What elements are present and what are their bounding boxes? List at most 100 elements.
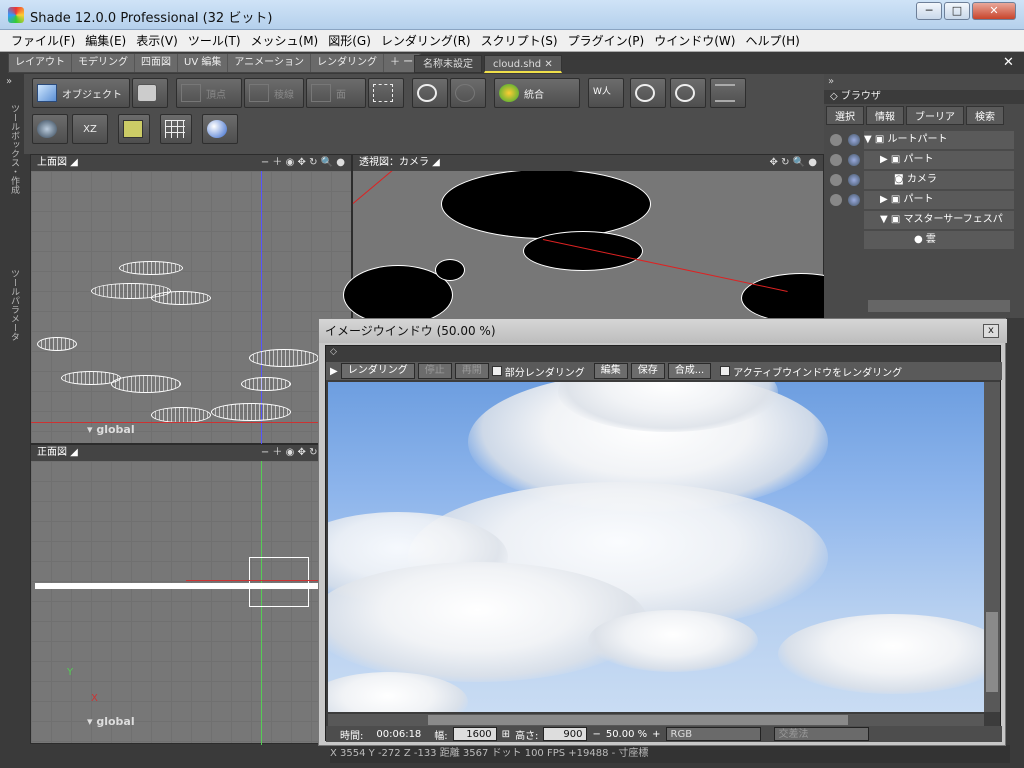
tree-item-master-surface[interactable]: ▼ ▣ マスターサーフェスパ: [864, 211, 1014, 229]
browser-tab-info[interactable]: 情報: [866, 106, 904, 125]
partial-render-checkbox[interactable]: [491, 366, 502, 376]
tool-param-label[interactable]: ツールパラメータ: [8, 269, 21, 341]
maximize-button[interactable]: □: [944, 2, 970, 20]
zoom-in-button[interactable]: +: [652, 729, 660, 740]
menu-rendering[interactable]: レンダリング(R): [376, 30, 476, 52]
collapse-icon[interactable]: ◇: [330, 347, 337, 357]
tab-rendering[interactable]: レンダリング: [311, 54, 384, 72]
menu-view[interactable]: 表示(V): [131, 30, 183, 52]
camera-button[interactable]: [132, 78, 168, 108]
close-document-icon[interactable]: ✕: [1003, 55, 1014, 70]
render-sphere-button[interactable]: [202, 114, 238, 144]
face-button[interactable]: 面: [306, 78, 366, 108]
center-button[interactable]: [670, 78, 706, 108]
transform-button[interactable]: [450, 78, 486, 108]
rotate-button[interactable]: [412, 78, 448, 108]
tree-item-part[interactable]: ▶ ▣ パート: [864, 151, 1014, 169]
menu-shape[interactable]: 図形(G): [323, 30, 376, 52]
grid-snap-button[interactable]: [118, 114, 150, 144]
height-field[interactable]: 900: [543, 727, 588, 741]
composite-button[interactable]: 合成...: [667, 363, 712, 379]
tab-layout[interactable]: レイアウト: [9, 54, 72, 72]
globe-button[interactable]: [32, 114, 68, 144]
scroll-thumb[interactable]: [428, 715, 848, 725]
top-view-label[interactable]: 上面図: [37, 157, 67, 168]
zoom-level[interactable]: 50.00 %: [606, 729, 647, 740]
stop-button[interactable]: 停止: [417, 363, 452, 379]
minimize-button[interactable]: ─: [916, 2, 942, 20]
select-rect-button[interactable]: [368, 78, 404, 108]
menu-tool[interactable]: ツール(T): [183, 30, 246, 52]
visibility-icon[interactable]: [830, 154, 842, 166]
visibility-icon[interactable]: [830, 194, 842, 206]
merge-button[interactable]: 統合: [494, 78, 580, 108]
tree-item-camera[interactable]: ◙ カメラ: [864, 171, 1014, 189]
menu-plugin[interactable]: プラグイン(P): [563, 30, 650, 52]
doc-tab-untitled[interactable]: 名称未設定: [414, 55, 482, 73]
render-toggle-icon[interactable]: [848, 154, 860, 166]
tree-item-root-part[interactable]: ▼ ▣ ルートパート: [864, 131, 1014, 149]
render-button[interactable]: レンダリング: [340, 363, 415, 379]
tab-four-view[interactable]: 四面図: [135, 54, 178, 72]
front-view-panel[interactable]: 正面図 ◢ − ＋ ◉ ✥ ↻ 🔍 ● Y X ▾ global: [30, 444, 352, 745]
menu-window[interactable]: ウインドウ(W): [649, 30, 740, 52]
browser-tab-search[interactable]: 検索: [966, 106, 1004, 125]
edge-button[interactable]: 稜線: [244, 78, 304, 108]
scroll-thumb[interactable]: [986, 612, 998, 692]
color-mode-dropdown[interactable]: RGB: [665, 727, 761, 741]
menu-edit[interactable]: 編集(E): [80, 30, 131, 52]
expand-icon[interactable]: »: [6, 76, 12, 87]
image-window-title[interactable]: イメージウインドウ (50.00 %): [319, 319, 1007, 343]
front-view-label[interactable]: 正面図: [37, 447, 67, 458]
rendered-image[interactable]: [328, 382, 984, 712]
menu-script[interactable]: スクリプト(S): [476, 30, 563, 52]
edit-button[interactable]: 編集: [593, 363, 628, 379]
menu-help[interactable]: ヘルプ(H): [740, 30, 804, 52]
menu-mesh[interactable]: メッシュ(M): [246, 30, 324, 52]
close-button[interactable]: ✕: [972, 2, 1016, 20]
tree-item-part[interactable]: ▶ ▣ パート: [864, 191, 1014, 209]
play-icon[interactable]: ▶: [330, 366, 338, 377]
doc-tab-cloud[interactable]: cloud.shd ✕: [484, 55, 562, 73]
perspective-view-label[interactable]: 透視図：カメラ: [359, 157, 429, 168]
image-horizontal-scrollbar[interactable]: [328, 714, 984, 726]
layers-button[interactable]: [710, 78, 746, 108]
render-toggle-icon[interactable]: [848, 194, 860, 206]
width-field[interactable]: 1600: [452, 727, 497, 741]
vertex-button[interactable]: 頂点: [176, 78, 242, 108]
link-icon[interactable]: ⊞: [502, 729, 510, 740]
target-button[interactable]: [630, 78, 666, 108]
browser-hscroll[interactable]: [868, 300, 1010, 312]
zoom-out-button[interactable]: −: [592, 729, 600, 740]
tab-animation[interactable]: アニメーション: [228, 54, 311, 72]
menu-file[interactable]: ファイル(F): [6, 30, 80, 52]
resume-button[interactable]: 再開: [454, 363, 489, 379]
expand-icon[interactable]: »: [828, 76, 834, 87]
image-vertical-scrollbar[interactable]: [984, 382, 1000, 712]
tab-uv-edit[interactable]: UV 編集: [178, 54, 229, 72]
active-window-render-checkbox[interactable]: [720, 366, 731, 376]
object-button[interactable]: オブジェクト: [32, 78, 130, 108]
visibility-icon[interactable]: [830, 174, 842, 186]
save-button[interactable]: 保存: [630, 363, 665, 379]
top-view-global-label[interactable]: ▾ global: [87, 423, 135, 436]
render-toggle-icon[interactable]: [848, 174, 860, 186]
world-button[interactable]: W人: [588, 78, 624, 108]
xz-plane-button[interactable]: XZ: [72, 114, 108, 144]
top-view-controls[interactable]: − ＋ ◉ ✥ ↻ 🔍 ●: [261, 155, 345, 171]
browser-header[interactable]: ◇ ブラウザ: [824, 90, 1024, 104]
tree-item-cloud[interactable]: ● 雲: [864, 231, 1014, 249]
top-view-panel[interactable]: 上面図 ◢ − ＋ ◉ ✥ ↻ 🔍 ● ▾ global: [30, 154, 352, 445]
method-dropdown[interactable]: 交差法: [773, 727, 869, 741]
toolbox-label[interactable]: ツールボックス・作成: [8, 104, 21, 194]
render-toggle-icon[interactable]: [848, 134, 860, 146]
perspective-view-panel[interactable]: 透視図：カメラ ◢ ✥ ↻ 🔍 ●: [343, 154, 861, 325]
browser-tab-select[interactable]: 選択: [826, 106, 864, 125]
browser-tab-boolean[interactable]: ブーリア: [906, 106, 964, 125]
image-window-close-button[interactable]: x: [983, 324, 999, 338]
tab-modeling[interactable]: モデリング: [72, 54, 135, 72]
perspective-view-controls[interactable]: ✥ ↻ 🔍 ●: [770, 155, 817, 171]
front-view-global-label[interactable]: ▾ global: [87, 715, 135, 728]
grid-button[interactable]: [160, 114, 192, 144]
visibility-icon[interactable]: [830, 134, 842, 146]
